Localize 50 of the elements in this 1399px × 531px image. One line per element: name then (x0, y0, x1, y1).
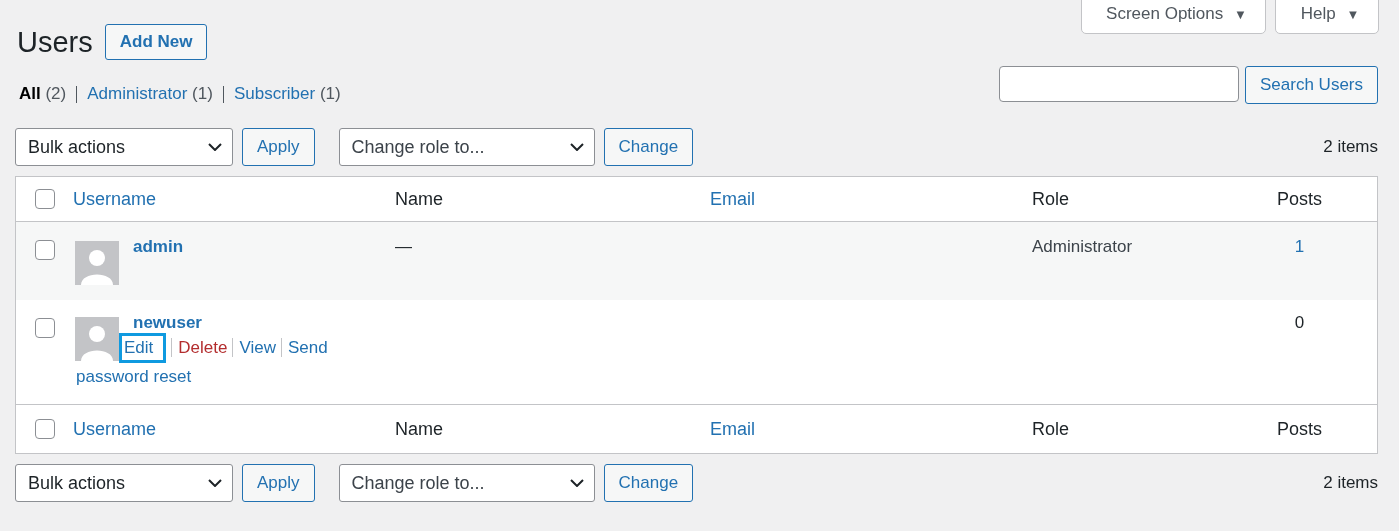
bulk-actions-select[interactable]: Bulk actions (15, 464, 233, 502)
row-action-link[interactable]: password reset (76, 367, 192, 386)
column-header[interactable]: Username (73, 418, 157, 440)
change-role-select[interactable]: Change role to... (338, 464, 595, 502)
checkbox[interactable] (35, 189, 55, 209)
avatar-icon (75, 241, 119, 285)
row-action-link[interactable]: Send (281, 338, 328, 357)
change-role-select[interactable]: Change role to... (338, 128, 595, 166)
username-link[interactable]: admin (73, 237, 395, 257)
item-count: 2 items (1323, 473, 1378, 493)
username-link[interactable]: newuser (73, 313, 395, 333)
checkbox[interactable] (35, 318, 55, 338)
search-button[interactable]: Search Users (1245, 66, 1378, 104)
apply-button[interactable]: Apply (242, 128, 315, 166)
row-action-link[interactable]: Edit (119, 333, 167, 363)
post-count[interactable]: 1 (1294, 237, 1305, 257)
column-header: Role (1032, 188, 1070, 210)
avatar-icon (75, 317, 119, 361)
table-cell: — (395, 237, 412, 257)
column-header: Name (395, 418, 443, 440)
column-header: Posts (1277, 418, 1322, 440)
filter-link[interactable]: All (2) (19, 84, 67, 104)
column-header: Name (395, 188, 443, 210)
search-field[interactable] (999, 66, 1239, 102)
item-count: 2 items (1323, 137, 1378, 157)
chevron-icon (208, 143, 222, 151)
chevron-icon (569, 479, 584, 487)
column-header: Posts (1277, 188, 1322, 210)
add-new-button[interactable]: Add New (104, 24, 208, 60)
page-title: Users (17, 25, 93, 59)
column-header[interactable]: Email (710, 188, 755, 210)
table-cell: Administrator (1032, 237, 1133, 257)
change-button[interactable]: Change (603, 128, 694, 166)
apply-button[interactable]: Apply (242, 464, 315, 502)
dropdown-tab[interactable]: Screen Options ▼ (1081, 0, 1266, 34)
post-count: 0 (1294, 313, 1305, 333)
change-button[interactable]: Change (603, 464, 694, 502)
bulk-actions-select[interactable]: Bulk actions (15, 128, 233, 166)
column-header[interactable]: Username (73, 188, 157, 210)
chevron-icon (208, 479, 222, 487)
column-header[interactable]: Email (710, 418, 755, 440)
checkbox[interactable] (35, 419, 55, 439)
chevron-icon (569, 143, 584, 151)
row-action-link[interactable]: View (232, 338, 276, 357)
row-action-link[interactable]: Delete (171, 338, 228, 357)
dropdown-tab[interactable]: Help ▼ (1275, 0, 1379, 34)
checkbox[interactable] (35, 240, 55, 260)
column-header: Role (1032, 418, 1070, 440)
filter-link[interactable]: Administrator (1) (87, 84, 213, 104)
filter-link[interactable]: Subscriber (1) (233, 84, 341, 104)
